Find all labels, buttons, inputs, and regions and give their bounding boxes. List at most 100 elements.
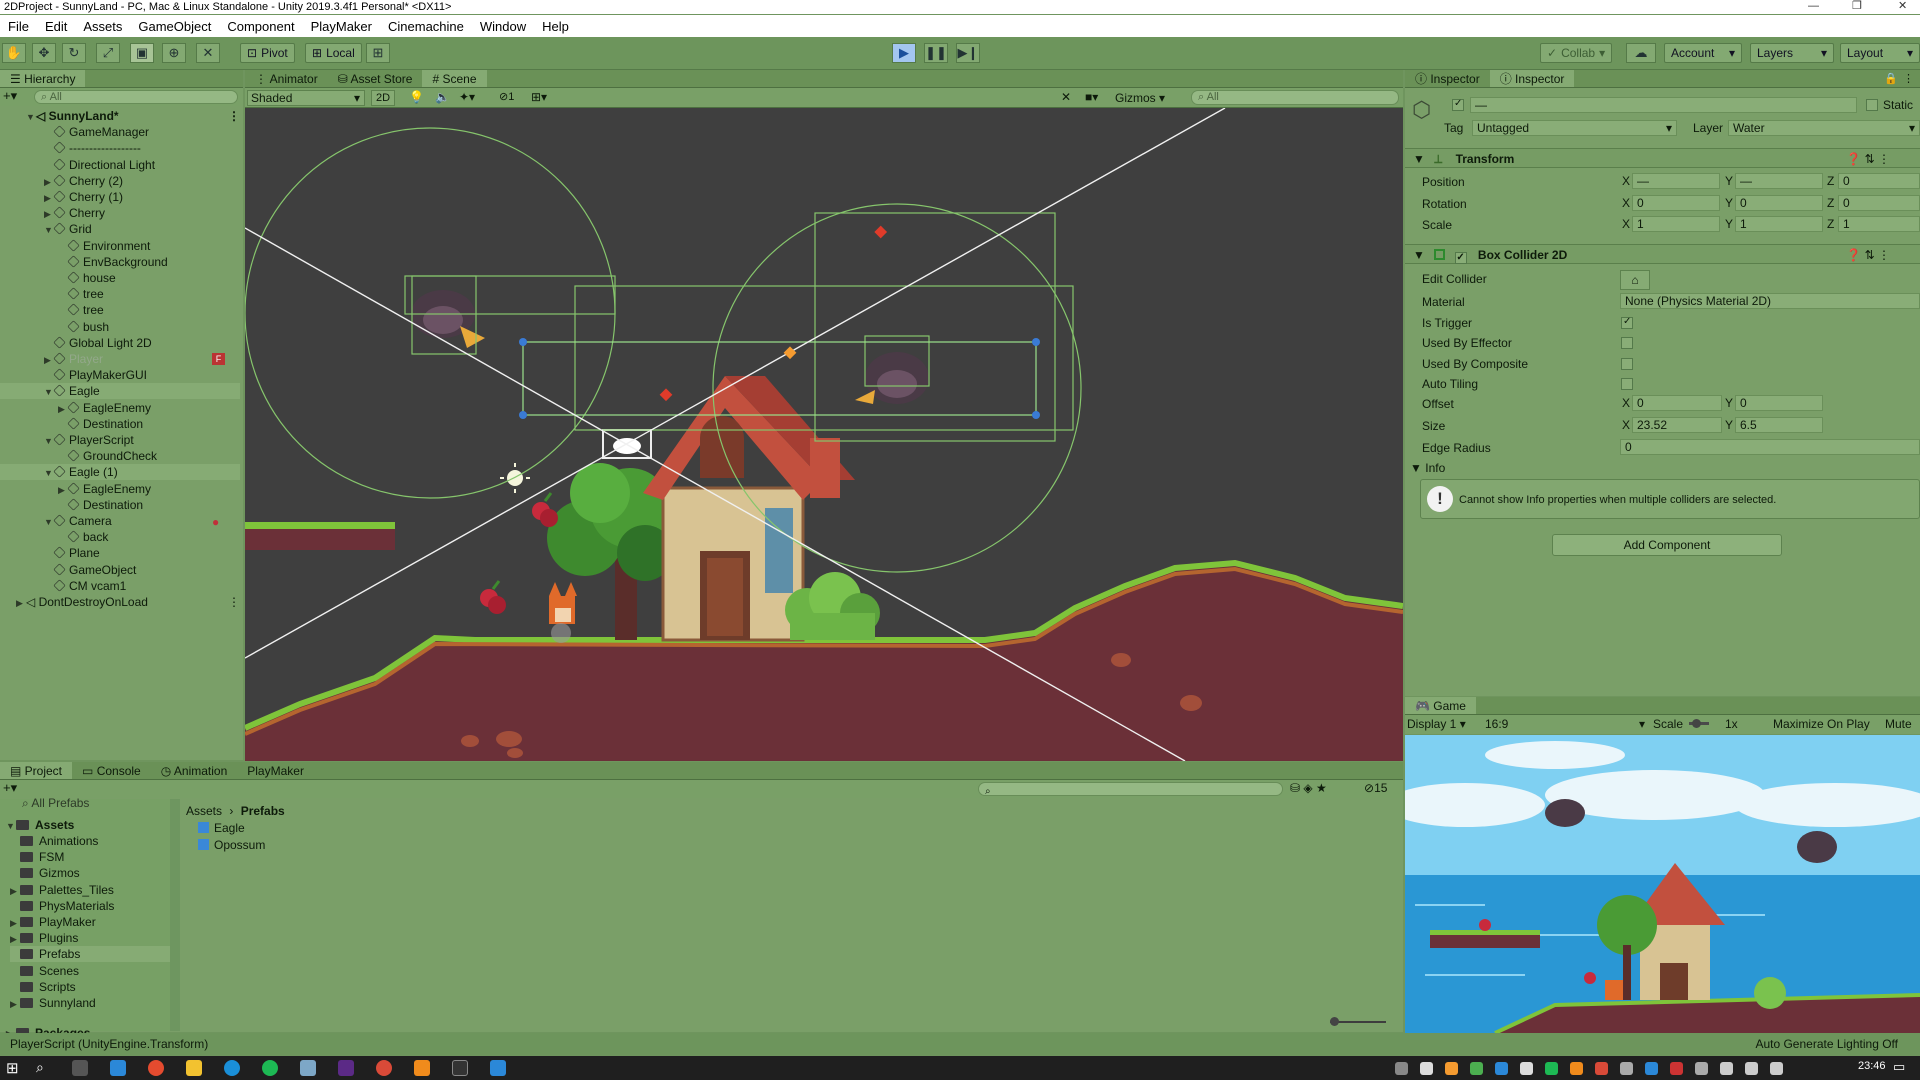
hierarchy-item[interactable]: GroundCheck <box>0 448 240 464</box>
minimize-icon[interactable]: — <box>1808 0 1819 12</box>
rot-z-input[interactable]: 0 <box>1838 195 1920 211</box>
hierarchy-item[interactable]: ▶ Cherry (1) <box>0 189 240 205</box>
object-name-input[interactable]: — <box>1470 97 1857 113</box>
hierarchy-item[interactable]: ▶ EagleEnemy <box>0 400 240 416</box>
account-dropdown[interactable]: Account ▾ <box>1664 43 1742 63</box>
layout-dropdown[interactable]: Layout ▾ <box>1840 43 1920 63</box>
collab-button[interactable]: ✓ Collab ▾ <box>1540 43 1612 63</box>
hierarchy-item[interactable]: ▶ Cherry <box>0 205 240 221</box>
menu-item-component[interactable]: Component <box>219 19 302 34</box>
info-foldout[interactable]: ▼ Info <box>1410 461 1445 475</box>
notification-icon[interactable]: ▭ <box>1893 1059 1905 1075</box>
tree-scrollbar[interactable] <box>170 799 180 1031</box>
used-by-effector-checkbox[interactable] <box>1621 337 1633 349</box>
lighting-status[interactable]: Auto Generate Lighting Off <box>1755 1033 1898 1055</box>
hierarchy-item[interactable]: Destination <box>0 416 240 432</box>
app-icon[interactable] <box>490 1060 506 1076</box>
tab-console[interactable]: ▭ Console <box>72 762 151 779</box>
step-button[interactable]: ▶❙ <box>956 43 980 63</box>
tab-project[interactable]: ▤ Project <box>0 762 73 779</box>
tray-icon[interactable] <box>1670 1062 1683 1075</box>
scale-slider-handle[interactable] <box>1692 719 1701 728</box>
rect-tool-icon[interactable]: ▣ <box>130 43 154 63</box>
transform-tool-icon[interactable]: ⊕ <box>162 43 186 63</box>
tab-animation[interactable]: ◷ Animation <box>151 762 238 779</box>
add-component-button[interactable]: Add Component <box>1552 534 1782 556</box>
hierarchy-item[interactable]: ▶ EagleEnemy <box>0 481 240 497</box>
tray-icon[interactable] <box>1470 1062 1483 1075</box>
tray-icon[interactable] <box>1545 1062 1558 1075</box>
kebab-menu-icon[interactable]: ⋮ <box>228 594 240 610</box>
hierarchy-item[interactable]: tree <box>0 302 240 318</box>
folder-item[interactable]: Gizmos <box>10 865 80 881</box>
custom-tool-icon[interactable]: ✕ <box>196 43 220 63</box>
prefab-item[interactable]: Eagle <box>198 820 245 836</box>
transform-header[interactable]: ▼ ⟂ Transform ❓ ⇅ ⋮ <box>1405 148 1920 168</box>
project-search-input[interactable]: ⌕ <box>978 782 1283 797</box>
layer-dropdown[interactable]: Water ▾ <box>1728 120 1920 136</box>
material-field[interactable]: None (Physics Material 2D) <box>1620 293 1920 309</box>
help-icon[interactable]: ❓ ⇅ ⋮ <box>1846 149 1890 169</box>
scene-search-input[interactable]: ⌕ All <box>1191 90 1399 105</box>
grid-icon[interactable]: ⊞▾ <box>531 90 547 104</box>
hierarchy-item[interactable]: Environment <box>0 238 240 254</box>
tools-icon[interactable]: ✕ <box>1061 90 1071 104</box>
hierarchy-item[interactable]: Global Light 2D <box>0 335 240 351</box>
2d-toggle[interactable]: 2D <box>371 90 395 106</box>
destination-marker[interactable] <box>783 346 797 360</box>
folder-item[interactable]: Prefabs <box>10 946 170 963</box>
hierarchy-item[interactable]: CM vcam1 <box>0 578 240 594</box>
folder-item[interactable]: ▶ Plugins <box>10 930 78 947</box>
size-y-input[interactable]: 6.5 <box>1735 417 1823 433</box>
folder-item[interactable]: ▶ Palettes_Tiles <box>10 882 114 899</box>
hierarchy-item[interactable]: EnvBackground <box>0 254 240 270</box>
task-view-icon[interactable] <box>72 1060 88 1076</box>
kebab-menu-icon[interactable]: ⋮ <box>228 108 240 124</box>
hierarchy-item[interactable]: bush <box>0 319 240 335</box>
menu-item-edit[interactable]: Edit <box>37 19 75 34</box>
pos-x-input[interactable]: — <box>1632 173 1720 189</box>
gizmos-dropdown[interactable]: Gizmos ▾ <box>1115 90 1177 106</box>
pos-z-input[interactable]: 0 <box>1838 173 1920 189</box>
tab-game[interactable]: 🎮 Game <box>1405 697 1476 714</box>
store-icon[interactable] <box>110 1060 126 1076</box>
tab-hierarchy[interactable]: ☰ Hierarchy <box>0 70 86 87</box>
hierarchy-item[interactable]: ▶ Player F <box>0 351 240 367</box>
light-gizmo-icon[interactable] <box>500 463 530 493</box>
maximize-on-play-toggle[interactable]: Maximize On Play <box>1773 715 1870 734</box>
breadcrumb-prefabs[interactable]: Prefabs <box>241 804 285 818</box>
aspect-dropdown[interactable]: 16:9 ▾ <box>1485 715 1645 734</box>
menu-item-window[interactable]: Window <box>472 19 534 34</box>
pause-button[interactable]: ❚❚ <box>924 43 948 63</box>
pos-y-input[interactable]: — <box>1735 173 1823 189</box>
hierarchy-item[interactable]: ▼ PlayerScript <box>0 432 240 448</box>
hierarchy-item[interactable]: ▼ Grid <box>0 221 240 237</box>
menu-icon[interactable]: ⋮ <box>1903 72 1914 85</box>
scl-y-input[interactable]: 1 <box>1735 216 1823 232</box>
hierarchy-item[interactable]: Plane <box>0 545 240 561</box>
hierarchy-item[interactable]: Directional Light <box>0 157 240 173</box>
menu-item-help[interactable]: Help <box>534 19 577 34</box>
folder-item[interactable]: FSM <box>10 849 64 865</box>
scene-canvas[interactable] <box>245 108 1403 761</box>
cloud-icon[interactable]: ☁ <box>1626 43 1656 63</box>
scale-tool-icon[interactable]: ⤢ <box>96 43 120 63</box>
folder-item[interactable]: Scenes <box>10 963 79 979</box>
favorites-all-prefabs[interactable]: ⌕ All Prefabs <box>22 795 89 811</box>
pivot-button[interactable]: ⊡ Pivot <box>240 43 295 63</box>
local-button[interactable]: ⊞ Local <box>305 43 362 63</box>
scl-x-input[interactable]: 1 <box>1632 216 1720 232</box>
tab-inspector-2[interactable]: ⓘ Inspector <box>1489 70 1575 87</box>
edge-icon[interactable] <box>224 1060 240 1076</box>
hierarchy-item[interactable]: GameObject <box>0 562 240 578</box>
tray-icon[interactable] <box>1495 1062 1508 1075</box>
add-icon[interactable]: +▾ <box>3 780 17 796</box>
camera-icon[interactable]: ■▾ <box>1085 90 1098 104</box>
hierarchy-search-input[interactable]: ⌕ All <box>34 90 238 104</box>
breadcrumb-assets[interactable]: Assets <box>186 804 222 818</box>
folder-item[interactable]: PhysMaterials <box>10 898 114 914</box>
collider-enabled-checkbox[interactable]: ✓ <box>1454 252 1467 264</box>
menu-item-file[interactable]: File <box>0 19 37 34</box>
chrome-icon[interactable] <box>148 1060 164 1076</box>
prefab-item[interactable]: Opossum <box>198 837 265 853</box>
